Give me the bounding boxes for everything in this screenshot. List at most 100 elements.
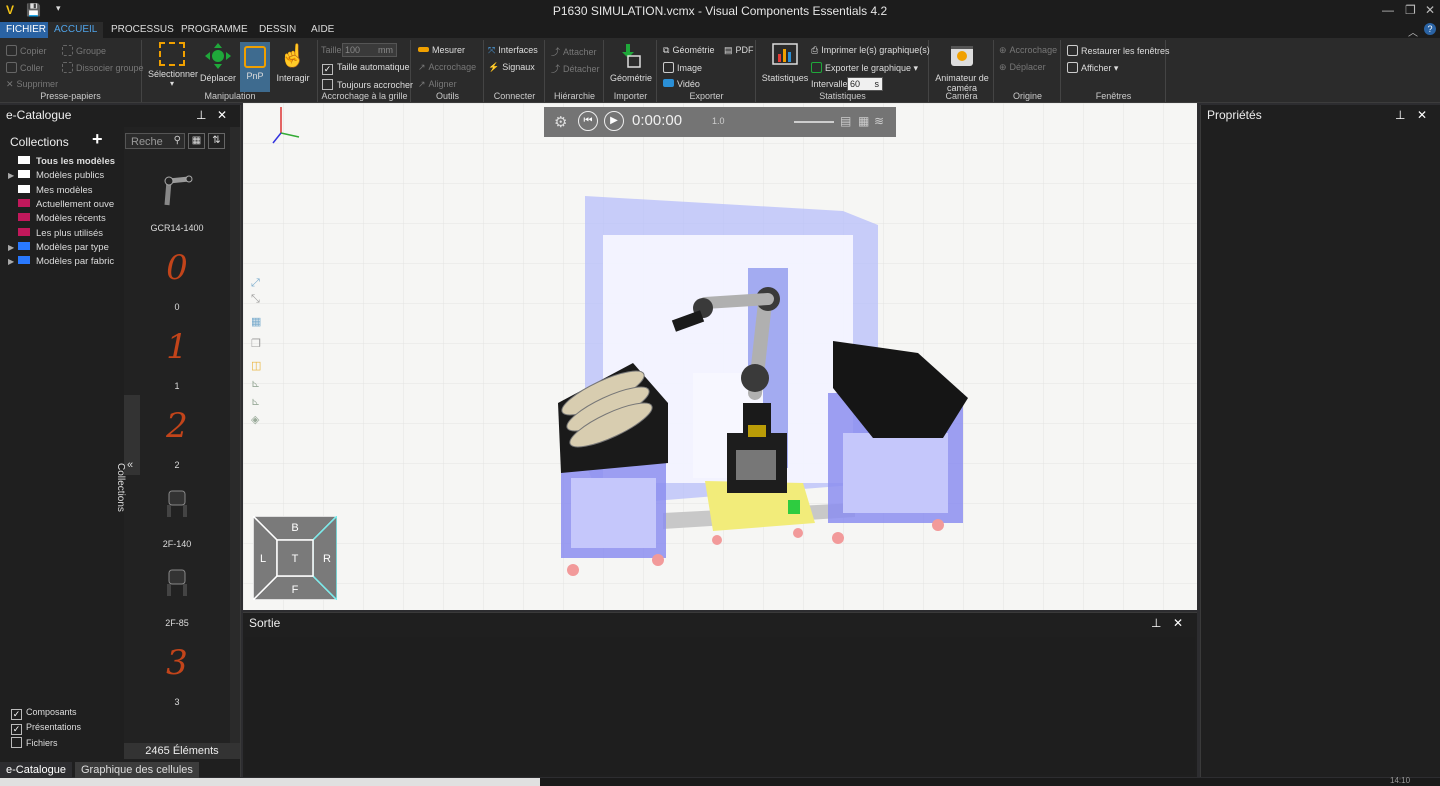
view-cube-icon[interactable]: ❐ <box>251 337 267 359</box>
axis-icon[interactable]: ⊾ <box>251 377 267 395</box>
filter-components-checkbox[interactable]: ✓ Composants <box>11 707 77 720</box>
navcube-right-face[interactable]: R <box>323 553 331 565</box>
move-button[interactable]: Déplacer <box>198 42 238 83</box>
tab-aide[interactable]: AIDE <box>305 22 340 38</box>
group-button[interactable]: Groupe <box>62 45 106 56</box>
select-button[interactable]: Sélectionner ▾ <box>148 42 198 88</box>
catalog-search-input[interactable]: Reche ⚲ <box>125 133 185 149</box>
settings-gear-icon[interactable]: ⚙ <box>554 113 567 131</box>
grid-view-icon[interactable]: ▦ <box>188 133 205 149</box>
collection-item[interactable]: Actuellement ouve <box>8 198 114 211</box>
model-item[interactable]: 11 <box>124 327 230 391</box>
filter-layouts-checkbox[interactable]: ✓ Présentations <box>11 722 81 735</box>
model-item[interactable]: 2F-85 <box>124 564 230 628</box>
close-panel-icon[interactable]: ✕ <box>217 108 227 122</box>
layers-icon[interactable]: ▦ <box>251 315 267 337</box>
restore-windows-button[interactable]: Restaurer les fenêtres <box>1067 45 1170 56</box>
help-icon[interactable]: ? <box>1424 23 1436 35</box>
collection-item[interactable]: ▶ Modèles par type <box>8 241 109 254</box>
model-item[interactable]: GCR14-1400 <box>124 169 230 233</box>
collections-side-tab[interactable]: Collections « <box>115 395 140 512</box>
signal-monitor-icon[interactable]: ▦ <box>858 114 869 128</box>
export-geometry-button[interactable]: ⧉ Géométrie <box>663 45 714 56</box>
navcube-left-face[interactable]: L <box>260 553 266 565</box>
render-mode-icon[interactable]: ◫ <box>251 359 267 377</box>
interact-button[interactable]: ☝ Interagir <box>275 42 311 83</box>
detach-button[interactable]: ⤴ Détacher <box>551 62 600 75</box>
display-options-icon[interactable]: ◈ <box>251 413 267 431</box>
expand-arrow-icon[interactable]: ▶ <box>8 241 18 254</box>
ungroup-button[interactable]: Dissocier groupe <box>62 62 144 73</box>
fit-all-icon[interactable]: ⤢ <box>251 277 267 293</box>
filter-files-checkbox[interactable]: Fichiers <box>11 737 58 748</box>
tab-cell-graph[interactable]: Graphique des cellules <box>75 762 199 778</box>
pin-icon[interactable]: ⊥ <box>1395 108 1405 122</box>
signals-button[interactable]: ⚡ Signaux <box>488 62 535 73</box>
pin-icon[interactable]: ⊥ <box>1151 616 1161 630</box>
add-collection-icon[interactable]: + <box>92 129 103 150</box>
camera-animator-button[interactable]: Animateur de caméra <box>932 42 992 93</box>
collapse-ribbon-icon[interactable]: ︿ <box>1408 24 1418 39</box>
attach-button[interactable]: ⤴ Attacher <box>551 45 597 58</box>
print-charts-button[interactable]: ⎙ Imprimer le(s) graphique(s) <box>811 45 930 56</box>
measure-button[interactable]: Mesurer <box>418 45 465 55</box>
navcube-top-face[interactable]: B <box>291 522 298 534</box>
model-item[interactable]: 00 <box>124 248 230 312</box>
origin-move-button[interactable]: ⊕ Déplacer <box>999 62 1046 73</box>
snap-button[interactable]: ↗ Accrochage <box>418 62 476 73</box>
tab-processus[interactable]: PROCESSUS <box>105 22 180 38</box>
expand-arrow-icon[interactable]: ▶ <box>8 169 18 182</box>
grid-size-input[interactable]: 100 mm <box>342 43 397 57</box>
model-item[interactable]: 2F-140 <box>124 485 230 549</box>
tab-fichier[interactable]: FICHIER <box>0 22 52 38</box>
reset-icon[interactable]: ⏮ <box>578 111 598 131</box>
wifi-icon[interactable]: ≋ <box>874 114 884 128</box>
auto-size-checkbox[interactable]: ✓ Taille automatique <box>322 62 410 75</box>
navigation-cube[interactable]: B L T R F <box>253 516 337 600</box>
tab-dessin[interactable]: DESSIN <box>253 22 302 38</box>
pin-icon[interactable]: ⊥ <box>196 108 206 122</box>
pdf-report-icon[interactable]: ▤ <box>840 114 851 128</box>
catalog-scrollbar[interactable] <box>230 127 240 755</box>
close-panel-icon[interactable]: ✕ <box>1173 616 1183 630</box>
collection-item[interactable]: Tous les modèles <box>8 155 115 168</box>
paste-button[interactable]: Coller <box>6 62 44 73</box>
navcube-center-face[interactable]: T <box>292 553 299 565</box>
interfaces-button[interactable]: ⤧ Interfaces <box>488 45 538 56</box>
expand-arrow-icon[interactable]: ▶ <box>8 255 18 268</box>
collection-item[interactable]: Modèles récents <box>8 212 106 225</box>
origin-snap-button[interactable]: ⊕ Accrochage <box>999 45 1057 56</box>
play-icon[interactable]: ▶ <box>604 111 624 131</box>
always-snap-checkbox[interactable]: Toujours accrocher <box>322 79 413 90</box>
fit-selection-icon[interactable]: ⤡ <box>251 293 267 315</box>
pnp-button[interactable]: PnP <box>240 42 270 92</box>
sort-icon[interactable]: ⇅ <box>208 133 225 149</box>
export-video-button[interactable]: Vidéo <box>663 79 700 89</box>
copy-button[interactable]: Copier <box>6 45 47 56</box>
collection-item[interactable]: ▶ Modèles publics <box>8 169 104 182</box>
delete-button[interactable]: ✕ Supprimer <box>6 79 58 90</box>
export-image-button[interactable]: Image <box>663 62 702 73</box>
restore-icon[interactable]: ❐ <box>1405 3 1416 17</box>
minimize-icon[interactable]: — <box>1382 3 1394 17</box>
export-chart-button[interactable]: Exporter le graphique ▾ <box>811 62 918 74</box>
tab-e-catalogue[interactable]: e-Catalogue <box>0 762 72 778</box>
collection-item[interactable]: Les plus utilisés <box>8 227 103 240</box>
close-panel-icon[interactable]: ✕ <box>1417 108 1427 122</box>
interval-input[interactable]: 60 s <box>847 77 883 91</box>
show-windows-button[interactable]: Afficher ▾ <box>1067 62 1118 74</box>
export-pdf-button[interactable]: ▤ PDF <box>724 45 754 56</box>
navcube-bottom-face[interactable]: F <box>292 584 299 596</box>
collection-item[interactable]: ▶ Modèles par fabric <box>8 255 114 268</box>
align-button[interactable]: ↗ Aligner <box>418 79 457 90</box>
3d-viewport[interactable]: ⚙ ⏮ ▶ 0:00:00 1.0 ▤ ▦ ≋ ⤢ ⤡ ▦ ❐ ◫ ⊾ ⊾ ◈ … <box>243 103 1197 610</box>
tab-programme[interactable]: PROGRAMME <box>175 22 254 38</box>
collection-item[interactable]: Mes modèles <box>8 184 93 197</box>
close-window-icon[interactable]: ✕ <box>1425 3 1435 17</box>
speed-slider[interactable] <box>794 121 834 123</box>
snap-mode-icon[interactable]: ⊾ <box>251 395 267 413</box>
statistics-button[interactable]: Statistiques <box>761 42 809 83</box>
tab-accueil[interactable]: ACCUEIL <box>48 22 104 38</box>
model-item[interactable]: 33 <box>124 643 230 707</box>
import-geometry-button[interactable]: Géométrie <box>608 42 654 83</box>
